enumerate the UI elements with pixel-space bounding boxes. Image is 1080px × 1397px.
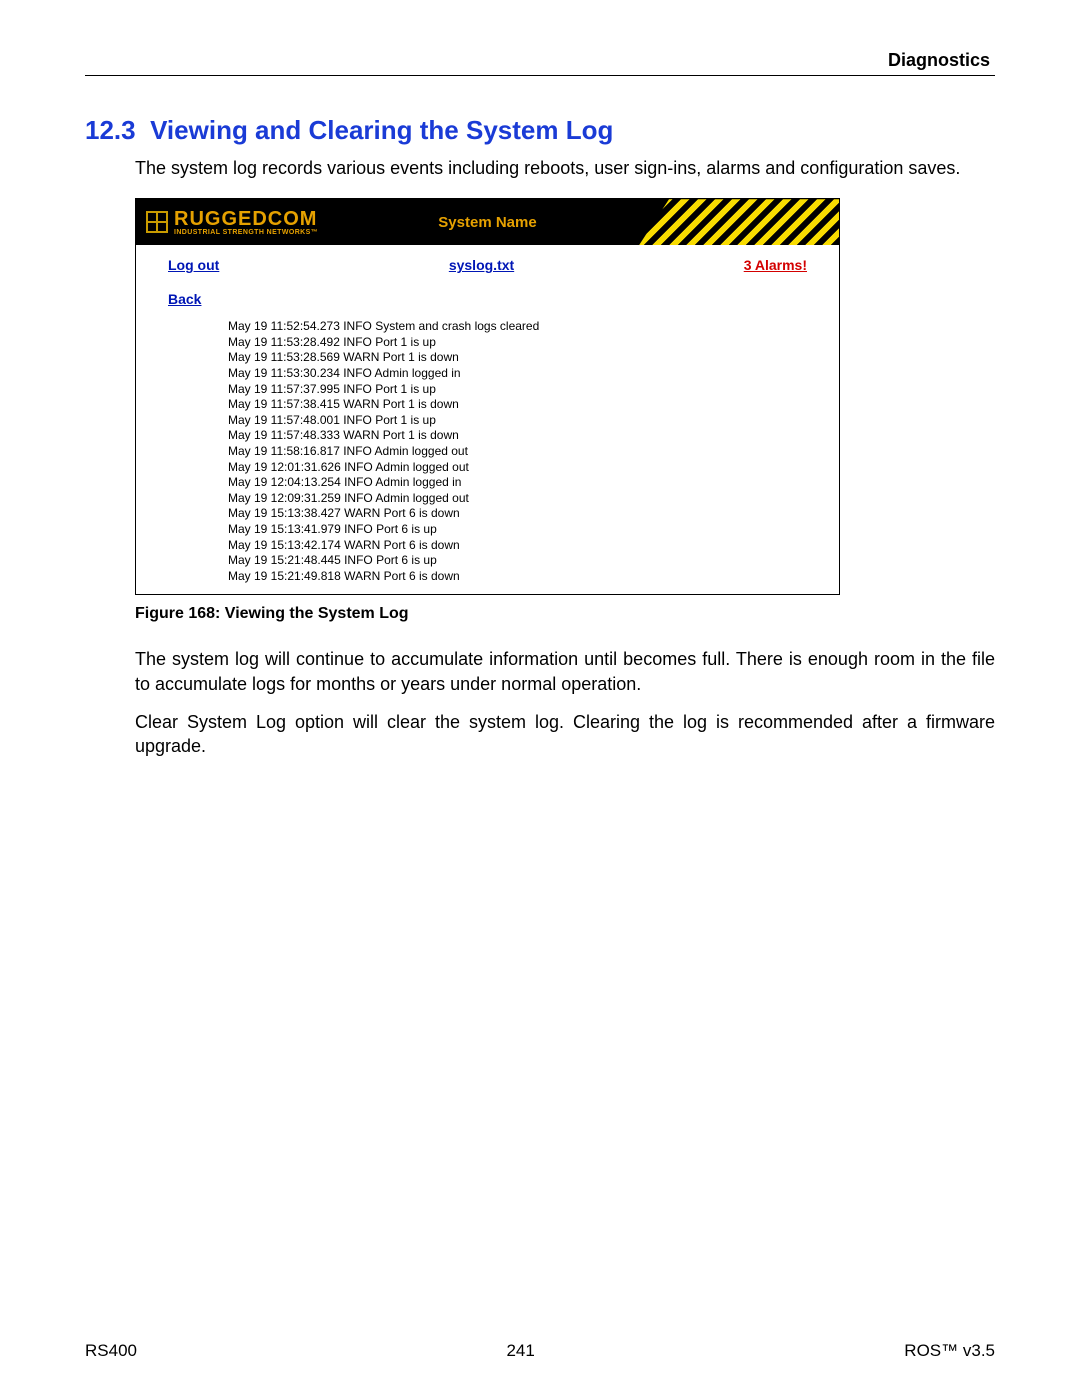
hazard-stripe-decoration: [639, 199, 839, 245]
syslog-file-link[interactable]: syslog.txt: [449, 257, 514, 273]
log-line: May 19 15:13:38.427 WARN Port 6 is down: [228, 506, 839, 522]
back-link[interactable]: Back: [168, 291, 201, 307]
log-line: May 19 11:57:48.333 WARN Port 1 is down: [228, 428, 839, 444]
log-line: May 19 12:04:13.254 INFO Admin logged in: [228, 475, 839, 491]
screenshot-header-bar: RUGGEDCOM INDUSTRIAL STRENGTH NETWORKS™ …: [136, 199, 839, 245]
figure-caption: Figure 168: Viewing the System Log: [135, 605, 995, 623]
section-title: 12.3 Viewing and Clearing the System Log: [85, 115, 995, 146]
ruggedcom-logo-icon: [146, 211, 168, 233]
system-log-screenshot: RUGGEDCOM INDUSTRIAL STRENGTH NETWORKS™ …: [135, 198, 840, 595]
log-line: May 19 15:13:42.174 WARN Port 6 is down: [228, 538, 839, 554]
logo-tagline: INDUSTRIAL STRENGTH NETWORKS™: [174, 229, 318, 236]
log-line: May 19 11:53:30.234 INFO Admin logged in: [228, 366, 839, 382]
paragraph-2: The system log will continue to accumula…: [135, 647, 995, 696]
log-line: May 19 12:09:31.259 INFO Admin logged ou…: [228, 491, 839, 507]
section-number: 12.3: [85, 115, 136, 145]
ruggedcom-logo: RUGGEDCOM INDUSTRIAL STRENGTH NETWORKS™: [136, 209, 318, 236]
log-line: May 19 11:52:54.273 INFO System and cras…: [228, 319, 839, 335]
section-heading-text: Viewing and Clearing the System Log: [150, 115, 613, 145]
logout-link[interactable]: Log out: [168, 257, 219, 273]
log-line: May 19 12:01:31.626 INFO Admin logged ou…: [228, 460, 839, 476]
logo-brand-text: RUGGEDCOM: [174, 209, 318, 229]
log-line: May 19 11:53:28.492 INFO Port 1 is up: [228, 335, 839, 351]
footer-left: RS400: [85, 1341, 137, 1361]
log-line: May 19 15:13:41.979 INFO Port 6 is up: [228, 522, 839, 538]
log-line: May 19 11:57:37.995 INFO Port 1 is up: [228, 382, 839, 398]
page-footer: RS400 241 ROS™ v3.5: [85, 1341, 995, 1361]
log-line: May 19 11:53:28.569 WARN Port 1 is down: [228, 350, 839, 366]
syslog-content: May 19 11:52:54.273 INFO System and cras…: [136, 315, 839, 594]
screenshot-nav-row: Log out syslog.txt 3 Alarms!: [136, 245, 839, 279]
log-line: May 19 11:58:16.817 INFO Admin logged ou…: [228, 444, 839, 460]
footer-right: ROS™ v3.5: [904, 1341, 995, 1361]
log-line: May 19 11:57:48.001 INFO Port 1 is up: [228, 413, 839, 429]
alarms-link[interactable]: 3 Alarms!: [744, 257, 807, 273]
log-line: May 19 15:21:48.445 INFO Port 6 is up: [228, 553, 839, 569]
header-separator: [85, 75, 995, 76]
paragraph-3: Clear System Log option will clear the s…: [135, 710, 995, 759]
log-line: May 19 15:21:49.818 WARN Port 6 is down: [228, 569, 839, 585]
screenshot-back-row: Back: [136, 279, 839, 315]
log-line: May 19 11:57:38.415 WARN Port 1 is down: [228, 397, 839, 413]
section-header: Diagnostics: [888, 50, 990, 71]
intro-paragraph: The system log records various events in…: [135, 156, 995, 180]
footer-page-number: 241: [506, 1341, 534, 1361]
